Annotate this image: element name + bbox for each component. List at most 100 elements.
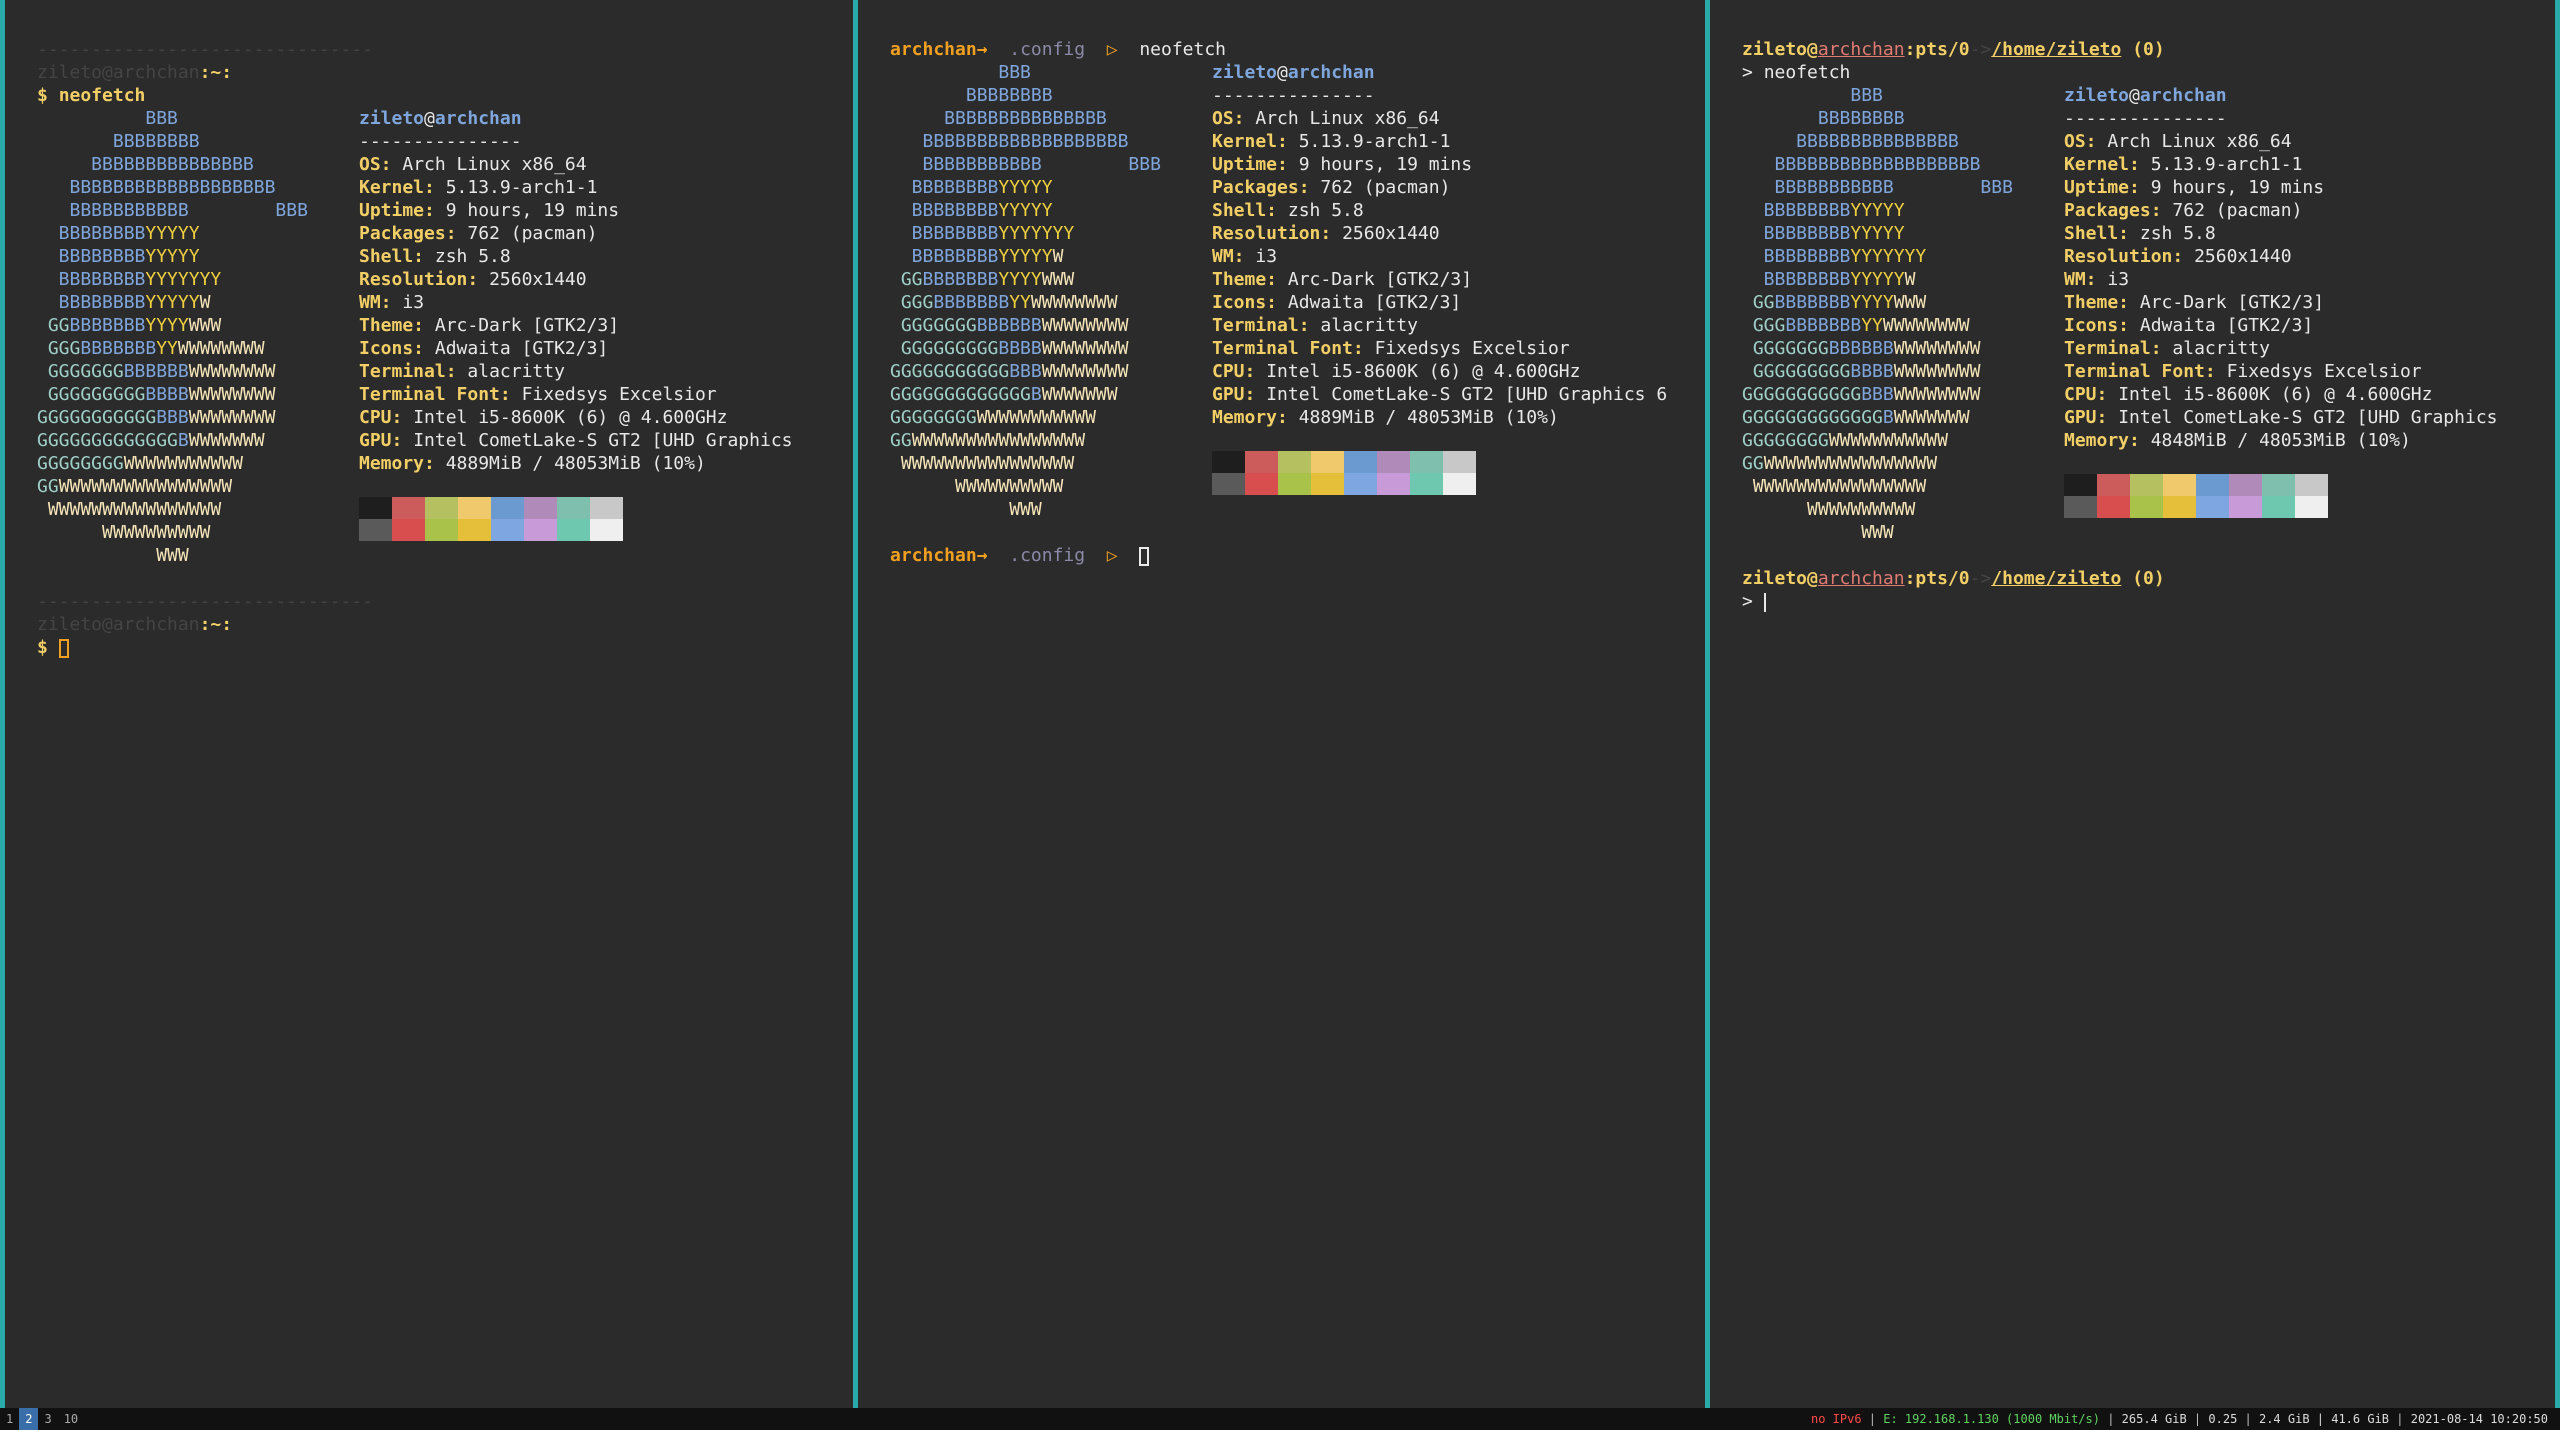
color-swatch [2196,496,2229,518]
logo-segment: WWW [1742,522,1894,543]
neofetch-underline: --------------- [1212,85,1375,106]
terminal-left[interactable]: ------------------------------- zileto@a… [5,8,853,1408]
logo-segment: BBBBBBBBBBBBBBBBBBB [890,131,1129,152]
logo-line: WWWWWWWWWW [1742,498,2032,521]
logo-line: BBBBBBBB [1742,107,2032,130]
neofetch-at: @ [424,108,435,129]
color-swatch [1410,473,1443,495]
info-row: Icons: Adwaita [GTK2/3] [359,337,793,360]
logo-line: GGGBBBBBBBYYWWWWWWWW [890,291,1180,314]
logo-line: BBBBBBBB [890,84,1180,107]
logo-line: GGGGGGGGGGGGGBWWWWWWW [1742,406,2032,429]
logo-segment: BBBBBBBBBBBBBBBBBBB [37,177,276,198]
color-swatch [392,497,425,519]
info-key: Resolution: [1212,223,1332,244]
info-key: Icons: [359,338,425,359]
logo-line: BBBBBBBB [37,130,327,153]
logo-segment: BBB [1009,361,1042,382]
logo-segment: YYYYY [145,223,200,244]
command-line: > neofetch [1742,61,2551,84]
color-swatch [392,519,425,541]
logo-line: WWW [1742,521,2032,544]
info-key: OS: [359,154,392,175]
neofetch-user: zileto [2064,85,2130,106]
prompt-arrow-icon: ▷ [1106,39,1118,60]
info-row: CPU: Intel i5-8600K (6) @ 4.600GHz [2064,383,2498,406]
logo-segment: GGGGGGG [1742,338,1829,359]
logo-line: BBBBBBBBYYYYY [37,222,327,245]
color-swatch [2064,474,2097,496]
prompt-dir: .config [1009,39,1086,60]
logo-segment: WWW [1893,292,1927,313]
color-swatch [2163,496,2196,518]
arch-logo: BBB BBBBBBBB BBBBBBBBBBBBBBB BBBBBBBBBBB… [1742,84,2032,544]
logo-segment: WWW [1041,269,1075,290]
info-key: Uptime: [359,200,435,221]
info-row: CPU: Intel i5-8600K (6) @ 4.600GHz [1212,360,1667,383]
workspace-button-2[interactable]: 2 [19,1408,39,1430]
info-key: GPU: [1212,384,1256,405]
info-key: WM: [359,292,392,313]
logo-segment: WWWWWWWWWW [1742,499,1916,520]
logo-segment: B [1882,407,1894,428]
workspace-button-1[interactable]: 1 [0,1408,19,1430]
info-value: Adwaita [GTK2/3] [434,338,609,359]
input-line[interactable]: > [1742,590,2551,613]
logo-line: GGGGGGGGGGGBBBWWWWWWWW [1742,383,2032,406]
workspace-button-10[interactable]: 10 [58,1408,84,1430]
neofetch-host: archchan [434,108,522,129]
input-line[interactable]: archchan→ .config ▷ [890,544,1701,567]
color-swatch [458,519,491,541]
logo-segment: GGGGGGGGG [1742,361,1851,382]
info-key: Terminal Font: [359,384,511,405]
neofetch-output: BBB BBBBBBBB BBBBBBBBBBBBBBB BBBBBBBBBBB… [1742,84,2551,544]
ipv6-status: no IPv6 [1810,1412,1862,1426]
color-swatch [2130,496,2163,518]
logo-segment: GGGGGGGGGGG [37,407,157,428]
color-swatch [458,497,491,519]
info-value: Intel i5-8600K (6) @ 4.600GHz [1266,361,1581,382]
workspace-button-3[interactable]: 3 [38,1408,57,1430]
logo-line: GGWWWWWWWWWWWWWWWW [37,475,327,498]
logo-line: BBBBBBBBBBBBBBBBBBB [890,130,1180,153]
prompt-user: zileto [1742,568,1808,589]
neofetch-at: @ [2129,85,2140,106]
info-key: GPU: [359,430,403,451]
logo-segment: GGGGGGGGGGG [890,361,1010,382]
prompt-path: :~: [199,62,233,83]
system-info: zileto@archchan --------------- OS: Arch L… [2064,84,2498,544]
prompt-tty: :pts/0 [1904,568,1970,589]
logo-segment: YY [1009,292,1031,313]
terminal-right[interactable]: zileto@archchan:pts/0->/home/zileto (0) … [1710,8,2555,1408]
info-row: Packages: 762 (pacman) [359,222,793,245]
info-key: Memory: [1212,407,1288,428]
logo-line: BBBBBBBBYYYYY [890,199,1180,222]
logo-segment: GGGGGGG [37,361,124,382]
terminal-middle[interactable]: archchan→ .config ▷ neofetch BBB BBBBBBB… [858,8,1705,1408]
i3-status-bar: 1 2 3 10 no IPv6 | E: 192.168.1.130 (1000 M… [0,1408,2560,1430]
info-row: GPU: Intel CometLake-S GT2 [UHD Graphics… [1212,383,1667,406]
logo-segment: BBBBBBBB [1742,269,1851,290]
logo-segment: WWWWWWWWWWW [976,407,1096,428]
input-line[interactable]: $ [37,636,849,659]
info-row: Icons: Adwaita [GTK2/3] [1212,291,1667,314]
logo-segment: GG [1742,453,1764,474]
info-value: 762 (pacman) [467,223,598,244]
color-swatch [1344,451,1377,473]
info-value: Intel CometLake-S GT2 [UHD Graphics [2118,407,2498,428]
info-row: OS: Arch Linux x86_64 [2064,130,2498,153]
color-swatch [359,519,392,541]
logo-segment: WWWWWWWW [1893,361,1981,382]
info-value: Intel i5-8600K (6) @ 4.600GHz [413,407,728,428]
logo-line: WWW [890,498,1180,521]
info-value: alacritty [467,361,565,382]
logo-line: BBBBBBBBYYYYYYY [37,268,327,291]
prompt-user: zileto [37,62,103,83]
prompt-user: zileto [37,614,103,635]
prompt-host: archchan [1817,568,1905,589]
prompt-host: archchan [112,614,200,635]
logo-segment: GGG [1742,315,1786,336]
logo-segment: BBBBBBBB [1742,108,1905,129]
logo-segment: GGGGGGGGGGG [1742,384,1862,405]
logo-segment: YYYYY [998,246,1053,267]
